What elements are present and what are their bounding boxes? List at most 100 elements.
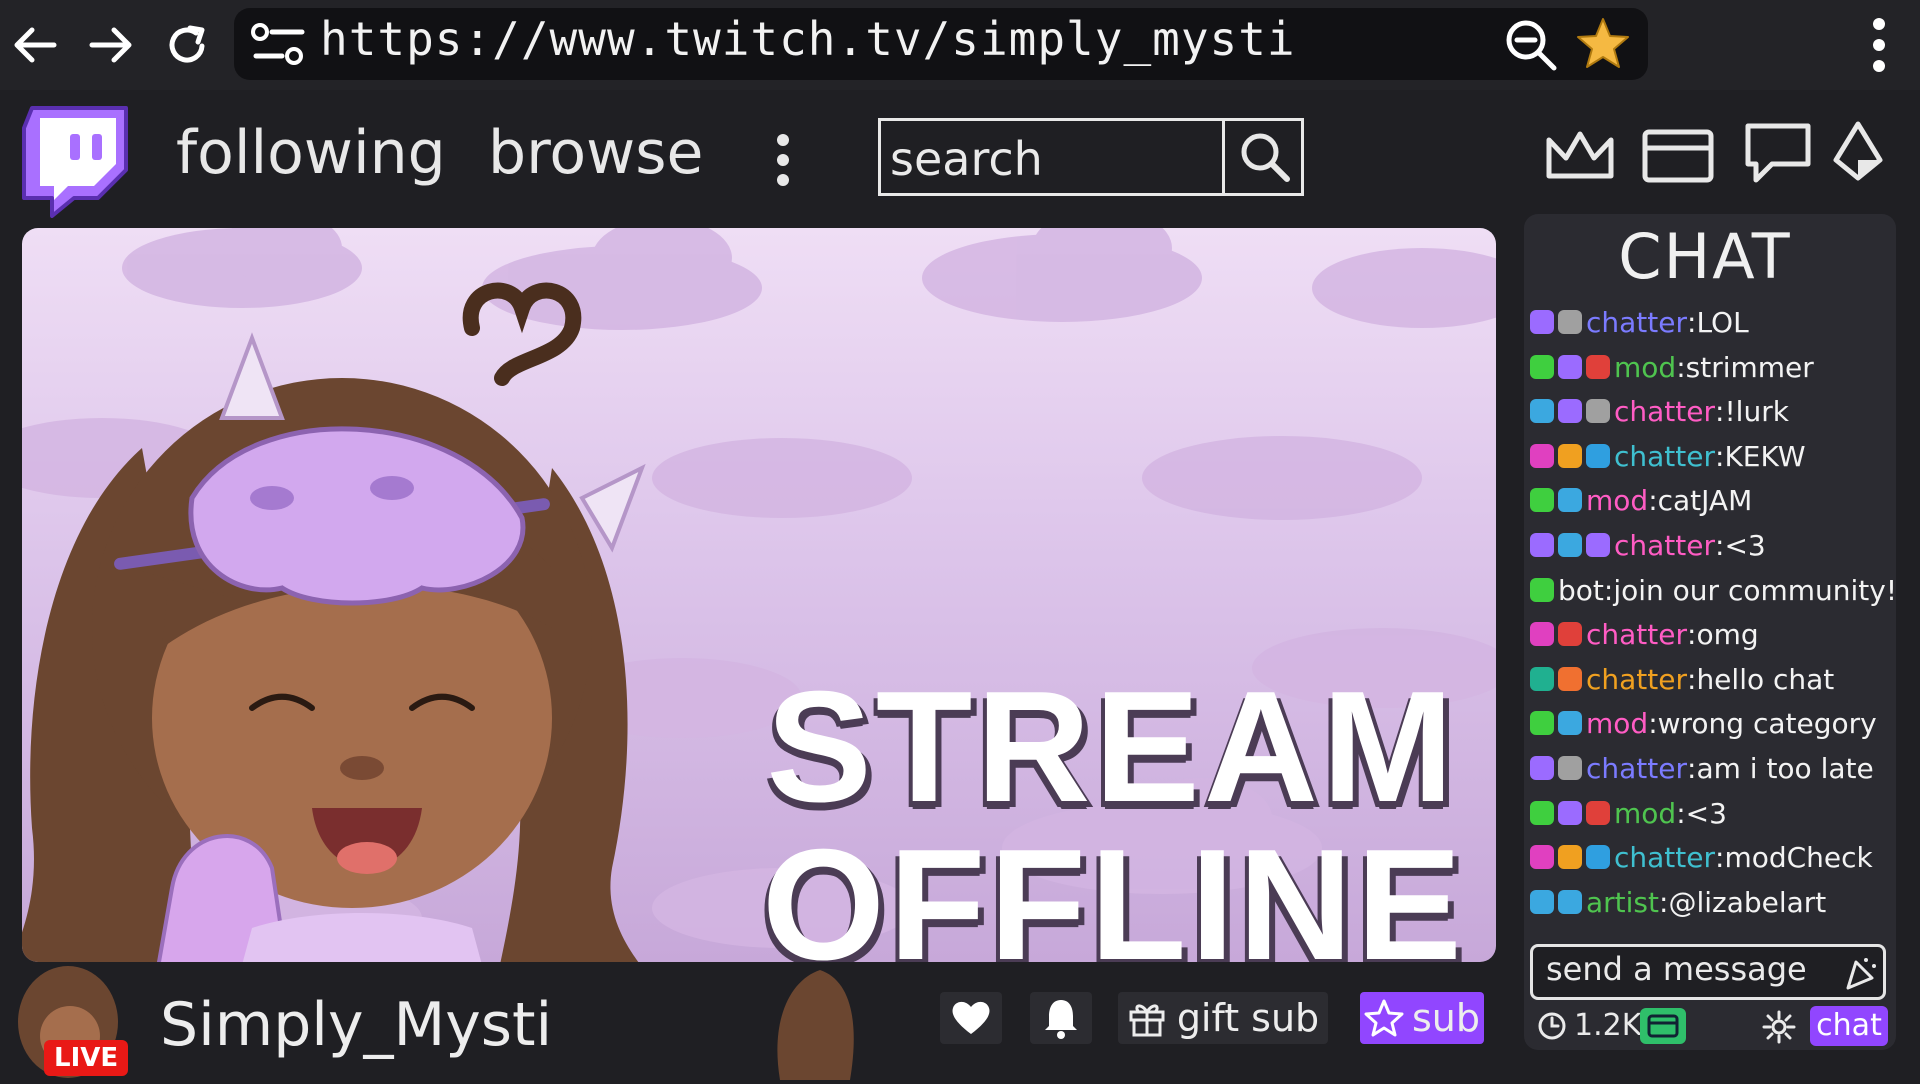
chat-badge-icon[interactable] bbox=[1530, 488, 1554, 512]
chat-username[interactable]: chatter bbox=[1586, 752, 1687, 785]
follow-button[interactable] bbox=[940, 992, 1002, 1044]
subscribe-button[interactable]: sub bbox=[1360, 992, 1484, 1044]
chat-badge-icon[interactable] bbox=[1530, 667, 1554, 691]
chat-settings-icon[interactable] bbox=[1762, 1010, 1796, 1048]
gift-icon bbox=[1129, 1004, 1165, 1037]
offline-screen: STREAM OFFLINE bbox=[22, 228, 1496, 962]
chat-badge-icon[interactable] bbox=[1586, 444, 1610, 468]
site-settings-icon[interactable] bbox=[250, 22, 308, 72]
chat-badge-icon[interactable] bbox=[1586, 801, 1610, 825]
chat-badge-icon[interactable] bbox=[1530, 622, 1554, 646]
offline-line-2: OFFLINE bbox=[762, 817, 1466, 962]
chat-separator: : bbox=[1659, 885, 1669, 919]
chat-badge-icon[interactable] bbox=[1586, 845, 1610, 869]
chat-badge-icon[interactable] bbox=[1530, 533, 1554, 557]
chat-badge-icon[interactable] bbox=[1558, 801, 1582, 825]
chat-badge-icon[interactable] bbox=[1558, 756, 1582, 780]
chat-separator: : bbox=[1687, 305, 1697, 339]
nav-browse[interactable]: browse bbox=[488, 118, 703, 188]
twitch-logo-icon[interactable] bbox=[18, 102, 130, 222]
chat-badge-icon[interactable] bbox=[1530, 711, 1554, 735]
chat-badge-icon[interactable] bbox=[1558, 667, 1582, 691]
chat-separator: : bbox=[1687, 662, 1697, 696]
chat-badge-icon[interactable] bbox=[1586, 533, 1610, 557]
chat-message: chatter: LOL bbox=[1530, 302, 1749, 342]
chat-badge-icon[interactable] bbox=[1530, 444, 1554, 468]
reload-button[interactable] bbox=[160, 18, 214, 72]
star-icon bbox=[1364, 999, 1404, 1037]
chat-badge-icon[interactable] bbox=[1530, 890, 1554, 914]
chat-badge-icon[interactable] bbox=[1530, 355, 1554, 379]
whispers-icon[interactable] bbox=[1742, 120, 1814, 190]
channel-points-button[interactable] bbox=[1640, 1008, 1686, 1044]
chat-send-button[interactable]: chat bbox=[1810, 1006, 1888, 1046]
chat-badge-icon[interactable] bbox=[1530, 845, 1554, 869]
gift-sub-label: gift sub bbox=[1176, 996, 1320, 1040]
inbox-icon[interactable] bbox=[1640, 124, 1716, 190]
forward-button[interactable] bbox=[84, 18, 138, 72]
chat-username[interactable]: chatter bbox=[1586, 306, 1687, 339]
chat-username[interactable]: bot bbox=[1558, 574, 1604, 607]
chat-badge-icon[interactable] bbox=[1530, 578, 1554, 602]
chat-username[interactable]: mod bbox=[1586, 484, 1648, 517]
chat-message-text: catJAM bbox=[1657, 483, 1753, 517]
chat-badge-icon[interactable] bbox=[1586, 399, 1610, 423]
chat-badge-icon[interactable] bbox=[1558, 711, 1582, 735]
chat-message-text: <3 bbox=[1685, 796, 1727, 830]
chat-username[interactable]: mod bbox=[1614, 351, 1676, 384]
chat-separator: : bbox=[1687, 751, 1697, 785]
chat-username[interactable]: chatter bbox=[1614, 440, 1715, 473]
search-placeholder[interactable]: search bbox=[890, 132, 1043, 186]
url-text[interactable]: https://www.twitch.tv/simply_mysti bbox=[320, 12, 1296, 66]
search-button[interactable] bbox=[1222, 118, 1304, 196]
chat-message-text: am i too late bbox=[1696, 751, 1874, 785]
chat-message: chatter: modCheck bbox=[1530, 837, 1873, 877]
streamer-name[interactable]: Simply_Mysti bbox=[160, 990, 552, 1060]
bookmark-star-icon[interactable] bbox=[1574, 16, 1632, 76]
chat-badge-icon[interactable] bbox=[1558, 890, 1582, 914]
sub-label: sub bbox=[1411, 996, 1480, 1040]
chat-username[interactable]: chatter bbox=[1614, 529, 1715, 562]
chat-message: chatter: KEKW bbox=[1530, 436, 1806, 476]
arrow-right-icon bbox=[89, 27, 132, 63]
chat-badge-icon[interactable] bbox=[1530, 399, 1554, 423]
chat-badge-icon[interactable] bbox=[1558, 845, 1582, 869]
chat-badge-icon[interactable] bbox=[1530, 310, 1554, 334]
chat-badge-icon[interactable] bbox=[1558, 444, 1582, 468]
chat-username[interactable]: chatter bbox=[1614, 395, 1715, 428]
gift-sub-button[interactable]: gift sub bbox=[1118, 992, 1328, 1044]
chat-separator: : bbox=[1715, 439, 1725, 473]
browser-menu-icon[interactable] bbox=[1866, 14, 1892, 80]
nav-more-icon[interactable] bbox=[772, 132, 794, 192]
chat-message-text: wrong category bbox=[1657, 706, 1877, 740]
emote-picker-icon[interactable] bbox=[1842, 952, 1878, 996]
chat-badge-icon[interactable] bbox=[1558, 488, 1582, 512]
chat-separator: : bbox=[1603, 573, 1614, 607]
chat-input-placeholder[interactable]: send a message bbox=[1546, 950, 1807, 988]
prime-crown-icon[interactable] bbox=[1544, 126, 1616, 190]
chat-badge-icon[interactable] bbox=[1558, 399, 1582, 423]
chat-badge-icon[interactable] bbox=[1558, 310, 1582, 334]
chat-badge-icon[interactable] bbox=[1558, 622, 1582, 646]
chat-username[interactable]: chatter bbox=[1586, 663, 1687, 696]
chat-separator: : bbox=[1648, 483, 1658, 517]
chat-username[interactable]: mod bbox=[1586, 707, 1648, 740]
notification-button[interactable] bbox=[1030, 992, 1092, 1044]
zoom-out-icon[interactable] bbox=[1502, 16, 1560, 78]
bits-diamond-icon[interactable] bbox=[1830, 120, 1886, 190]
chat-username[interactable]: artist bbox=[1586, 886, 1659, 919]
nav-following[interactable]: following bbox=[176, 118, 446, 188]
chat-badge-icon[interactable] bbox=[1558, 533, 1582, 557]
back-button[interactable] bbox=[8, 18, 62, 72]
chat-badge-icon[interactable] bbox=[1558, 355, 1582, 379]
chat-username[interactable]: chatter bbox=[1586, 618, 1687, 651]
chat-badge-icon[interactable] bbox=[1586, 355, 1610, 379]
chat-badge-icon[interactable] bbox=[1530, 801, 1554, 825]
chat-separator: : bbox=[1715, 394, 1725, 428]
chat-message: mod: strimmer bbox=[1530, 347, 1814, 387]
chat-message-text: KEKW bbox=[1724, 439, 1806, 473]
chat-username[interactable]: chatter bbox=[1614, 841, 1715, 874]
chat-badge-icon[interactable] bbox=[1530, 756, 1554, 780]
chat-message: mod: catJAM bbox=[1530, 480, 1752, 520]
chat-username[interactable]: mod bbox=[1614, 797, 1676, 830]
